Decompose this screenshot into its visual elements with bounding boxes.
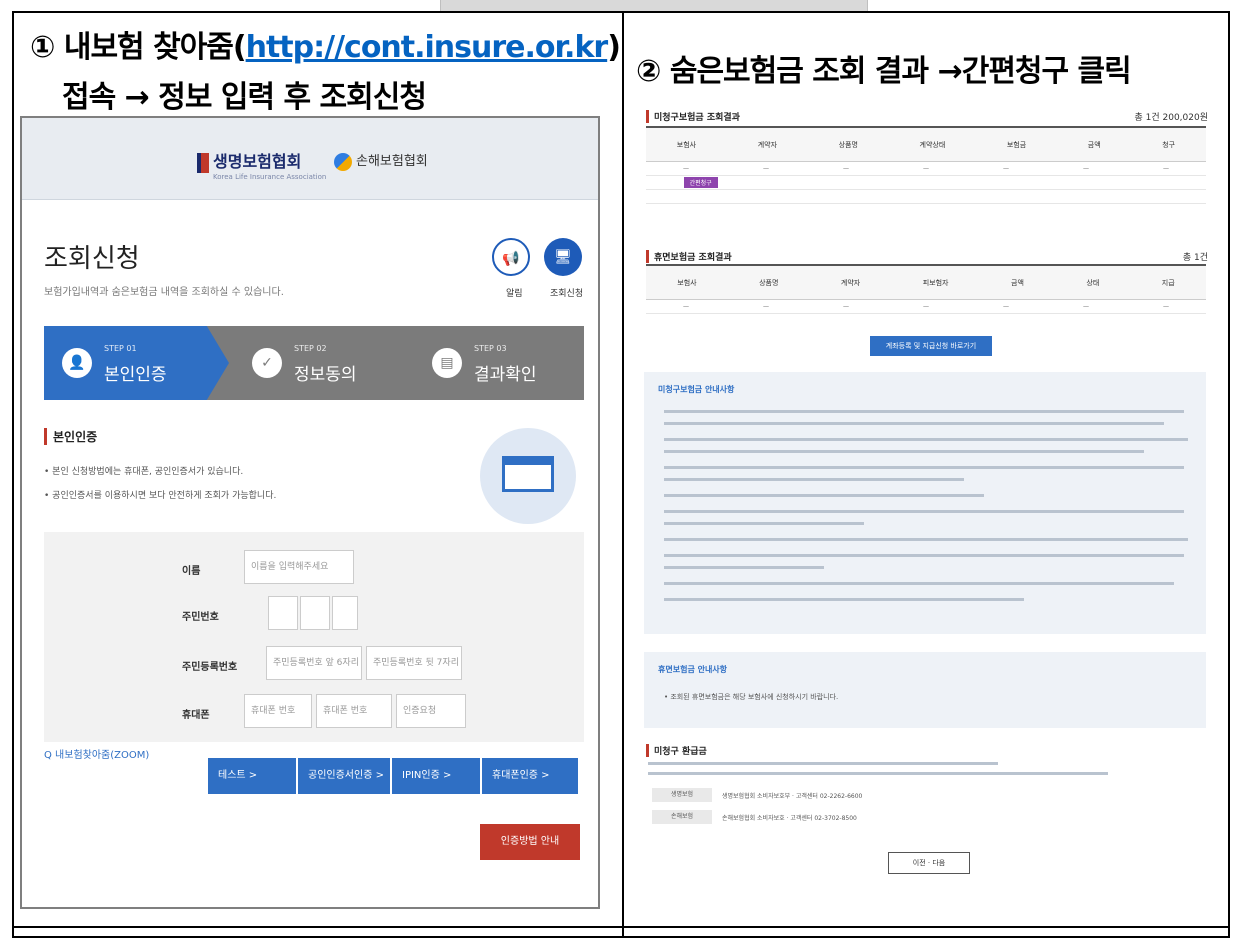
megaphone-icon: 📢 (502, 251, 520, 267)
site-header: 생명보험협회 Korea Life Insurance Association … (22, 118, 598, 200)
life-logo-icon (197, 152, 209, 173)
apply-circle-button[interactable]: 🖥 (544, 238, 582, 276)
name-input[interactable]: 이름을 입력해주세요 (244, 550, 354, 584)
left-heading: ① 내보험 찾아줌(http://cont.insure.or.kr) (30, 30, 621, 65)
right-screenshot: 미청구보험금 조회결과 총 1건 200,020원 보험사 계약자 상품명 계약상태 보… (638, 104, 1216, 894)
phone-input-1[interactable]: 휴대폰 번호 (244, 694, 312, 728)
zoom-brand: Q 내보험찾아줌(ZOOM) (44, 750, 150, 761)
notice-circle-button[interactable]: 📢 (492, 238, 530, 276)
dormant-total: 총 1건 (1182, 253, 1208, 263)
check-icon: ✓ (252, 348, 282, 378)
easy-claim-button[interactable]: 간편청구 (683, 177, 718, 188)
monitor-illustration-icon (480, 428, 576, 524)
left-subheading: 접속 → 정보 입력 후 조회신청 (62, 80, 427, 115)
insure-link[interactable]: http://cont.insure.or.kr (246, 30, 609, 65)
info-row-nonlife: 손해보험 손해보험협회 소비자보호 · 고객센터 02-3702-8500 (652, 810, 857, 824)
life-insurance-logo: 생명보험협회 Korea Life Insurance Association (197, 148, 326, 181)
step-2: ✓ STEP 02 정보동의 (234, 326, 414, 400)
unclaimed-total: 총 1건 200,020원 (1134, 113, 1208, 123)
row-divider (14, 926, 1228, 928)
refund-title: 미청구 환급금 (646, 744, 707, 757)
auth-guide-button[interactable]: 인증방법 안내 (480, 824, 580, 860)
phone-input-2[interactable]: 휴대폰 번호 (316, 694, 392, 728)
ssn-input-2[interactable] (300, 596, 330, 630)
ssn-input-1[interactable] (268, 596, 298, 630)
info-row-life: 생명보험 생명보험협회 소비자보호부 · 고객센터 02-2262-6600 (652, 788, 862, 802)
dormant-table: 보험사 상품명 계약자 피보험자 금액 상태 지급 — — — — — — — (646, 264, 1206, 314)
reg-input-back[interactable]: 주민등록번호 뒷 7자리 (366, 646, 462, 680)
auth-form: 이름 이름을 입력해주세요 주민번호 주민등록번호 주민등록번호 앞 6자리 주… (44, 532, 584, 742)
right-heading: ② 숨은보험금 조회 결과 →간편청구 클릭 (636, 54, 1132, 89)
step-bar: 👤 STEP 01 본인인증 ✓ STEP 02 정보동의 ▤ STEP 03 … (44, 326, 584, 400)
table-row: — — — — — — — (646, 162, 1206, 176)
section-title: 본인인증 (44, 428, 97, 445)
left-screenshot: 생명보험협회 Korea Life Insurance Association … (20, 116, 600, 909)
page-title: 조회신청 (44, 244, 140, 274)
person-icon: 👤 (62, 348, 92, 378)
dormant-title: 휴면보험금 조회결과 (646, 250, 732, 263)
monitor-icon: 🖥 (554, 249, 572, 265)
notice-label: 알림 (506, 289, 523, 299)
account-register-button[interactable]: 계좌등록 및 지급신청 바로가기 (870, 336, 992, 356)
table-row: 간편청구 (646, 176, 1206, 190)
table-row (646, 190, 1206, 204)
cert-auth-button[interactable]: 공인인증서인증 > (298, 758, 390, 794)
pager-button[interactable]: 이전 · 다음 (888, 852, 970, 874)
unclaimed-title: 미청구보험금 조회결과 (646, 110, 740, 123)
apply-label: 조회신청 (550, 289, 584, 299)
page-description: 보험가입내역과 숨은보험금 내역을 조회하실 수 있습니다. (44, 287, 284, 298)
bullet-2: • 공인인증서를 이용하시면 보다 안전하게 조회가 가능합니다. (44, 491, 277, 501)
phone-auth-button[interactable]: 휴대폰인증 > (482, 758, 578, 794)
test-auth-button[interactable]: 테스트 > (208, 758, 296, 794)
unclaimed-table: 보험사 계약자 상품명 계약상태 보험금 금액 청구 — — — — — — — 간편청구 (646, 126, 1206, 204)
step-1: 👤 STEP 01 본인인증 (44, 326, 229, 400)
reg-input-front[interactable]: 주민등록번호 앞 6자리 (266, 646, 362, 680)
phone-request-button[interactable]: 인증요청 (396, 694, 466, 728)
ipin-auth-button[interactable]: IPIN인증 > (392, 758, 480, 794)
step-3: ▤ STEP 03 결과확인 (414, 326, 584, 400)
table-row: — — — — — — — (646, 300, 1206, 314)
dormant-notice-box: 휴면보험금 안내사항 • 조회된 휴면보험금은 해당 보험사에 신청하시기 바랍… (644, 652, 1206, 728)
unclaimed-notice-box: 미청구보험금 안내사항 (644, 372, 1206, 634)
column-divider (622, 13, 624, 936)
document-icon: ▤ (432, 348, 462, 378)
non-life-logo-icon (334, 152, 352, 171)
non-life-insurance-logo: 손해보험협회 (334, 150, 428, 171)
bullet-1: • 본인 신청방법에는 휴대폰, 공인인증서가 있습니다. (44, 467, 244, 477)
ssn-input-3[interactable] (332, 596, 358, 630)
